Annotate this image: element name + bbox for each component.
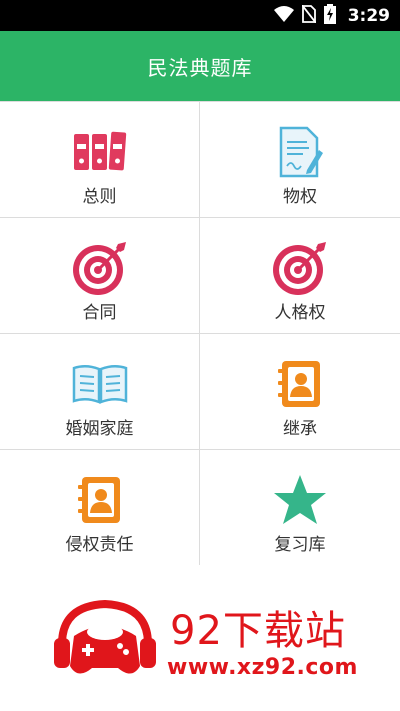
wifi-icon [273,6,294,26]
battery-charging-icon [323,4,336,28]
menu-item-inheritance[interactable]: 继承 [200,334,400,450]
app-bar: 民法典题库 [0,31,400,101]
menu-item-tort-liability[interactable]: 侵权责任 [0,450,200,566]
menu-item-label: 物权 [283,187,317,207]
binders-icon [72,124,128,180]
menu-item-marriage-family[interactable]: 婚姻家庭 [0,334,200,450]
category-grid: 总则 物权 合同 人格权 婚姻家庭 继承 侵权责任 复习库 [0,101,400,566]
star-icon [272,472,328,528]
menu-item-label: 人格权 [274,303,326,323]
menu-item-review-bank[interactable]: 复习库 [200,450,400,566]
status-icons: 3:29 [273,4,390,28]
document-pen-icon [272,124,328,180]
menu-item-label: 复习库 [274,535,326,555]
menu-item-personality-rights[interactable]: 人格权 [200,218,400,334]
menu-item-label: 婚姻家庭 [65,419,134,439]
watermark-title: 92下载站 [170,608,346,654]
status-bar: 3:29 [0,0,400,31]
contact-book-icon [272,356,328,412]
no-sim-icon [300,4,317,27]
menu-item-label: 总则 [82,187,117,207]
target-icon [72,240,128,296]
target-icon [272,240,328,296]
open-book-icon [72,356,128,412]
menu-item-label: 继承 [283,419,317,439]
gamepad-headphones-logo [52,596,158,686]
contact-book-icon [72,472,128,528]
app-title: 民法典题库 [147,55,253,80]
menu-item-property-rights[interactable]: 物权 [200,102,400,218]
watermark-url: www.xz92.com [167,655,358,680]
menu-item-contract[interactable]: 合同 [0,218,200,334]
menu-item-label: 侵权责任 [65,535,134,555]
menu-item-general-provisions[interactable]: 总则 [0,102,200,218]
status-time: 3:29 [347,6,390,26]
menu-item-label: 合同 [82,303,117,323]
